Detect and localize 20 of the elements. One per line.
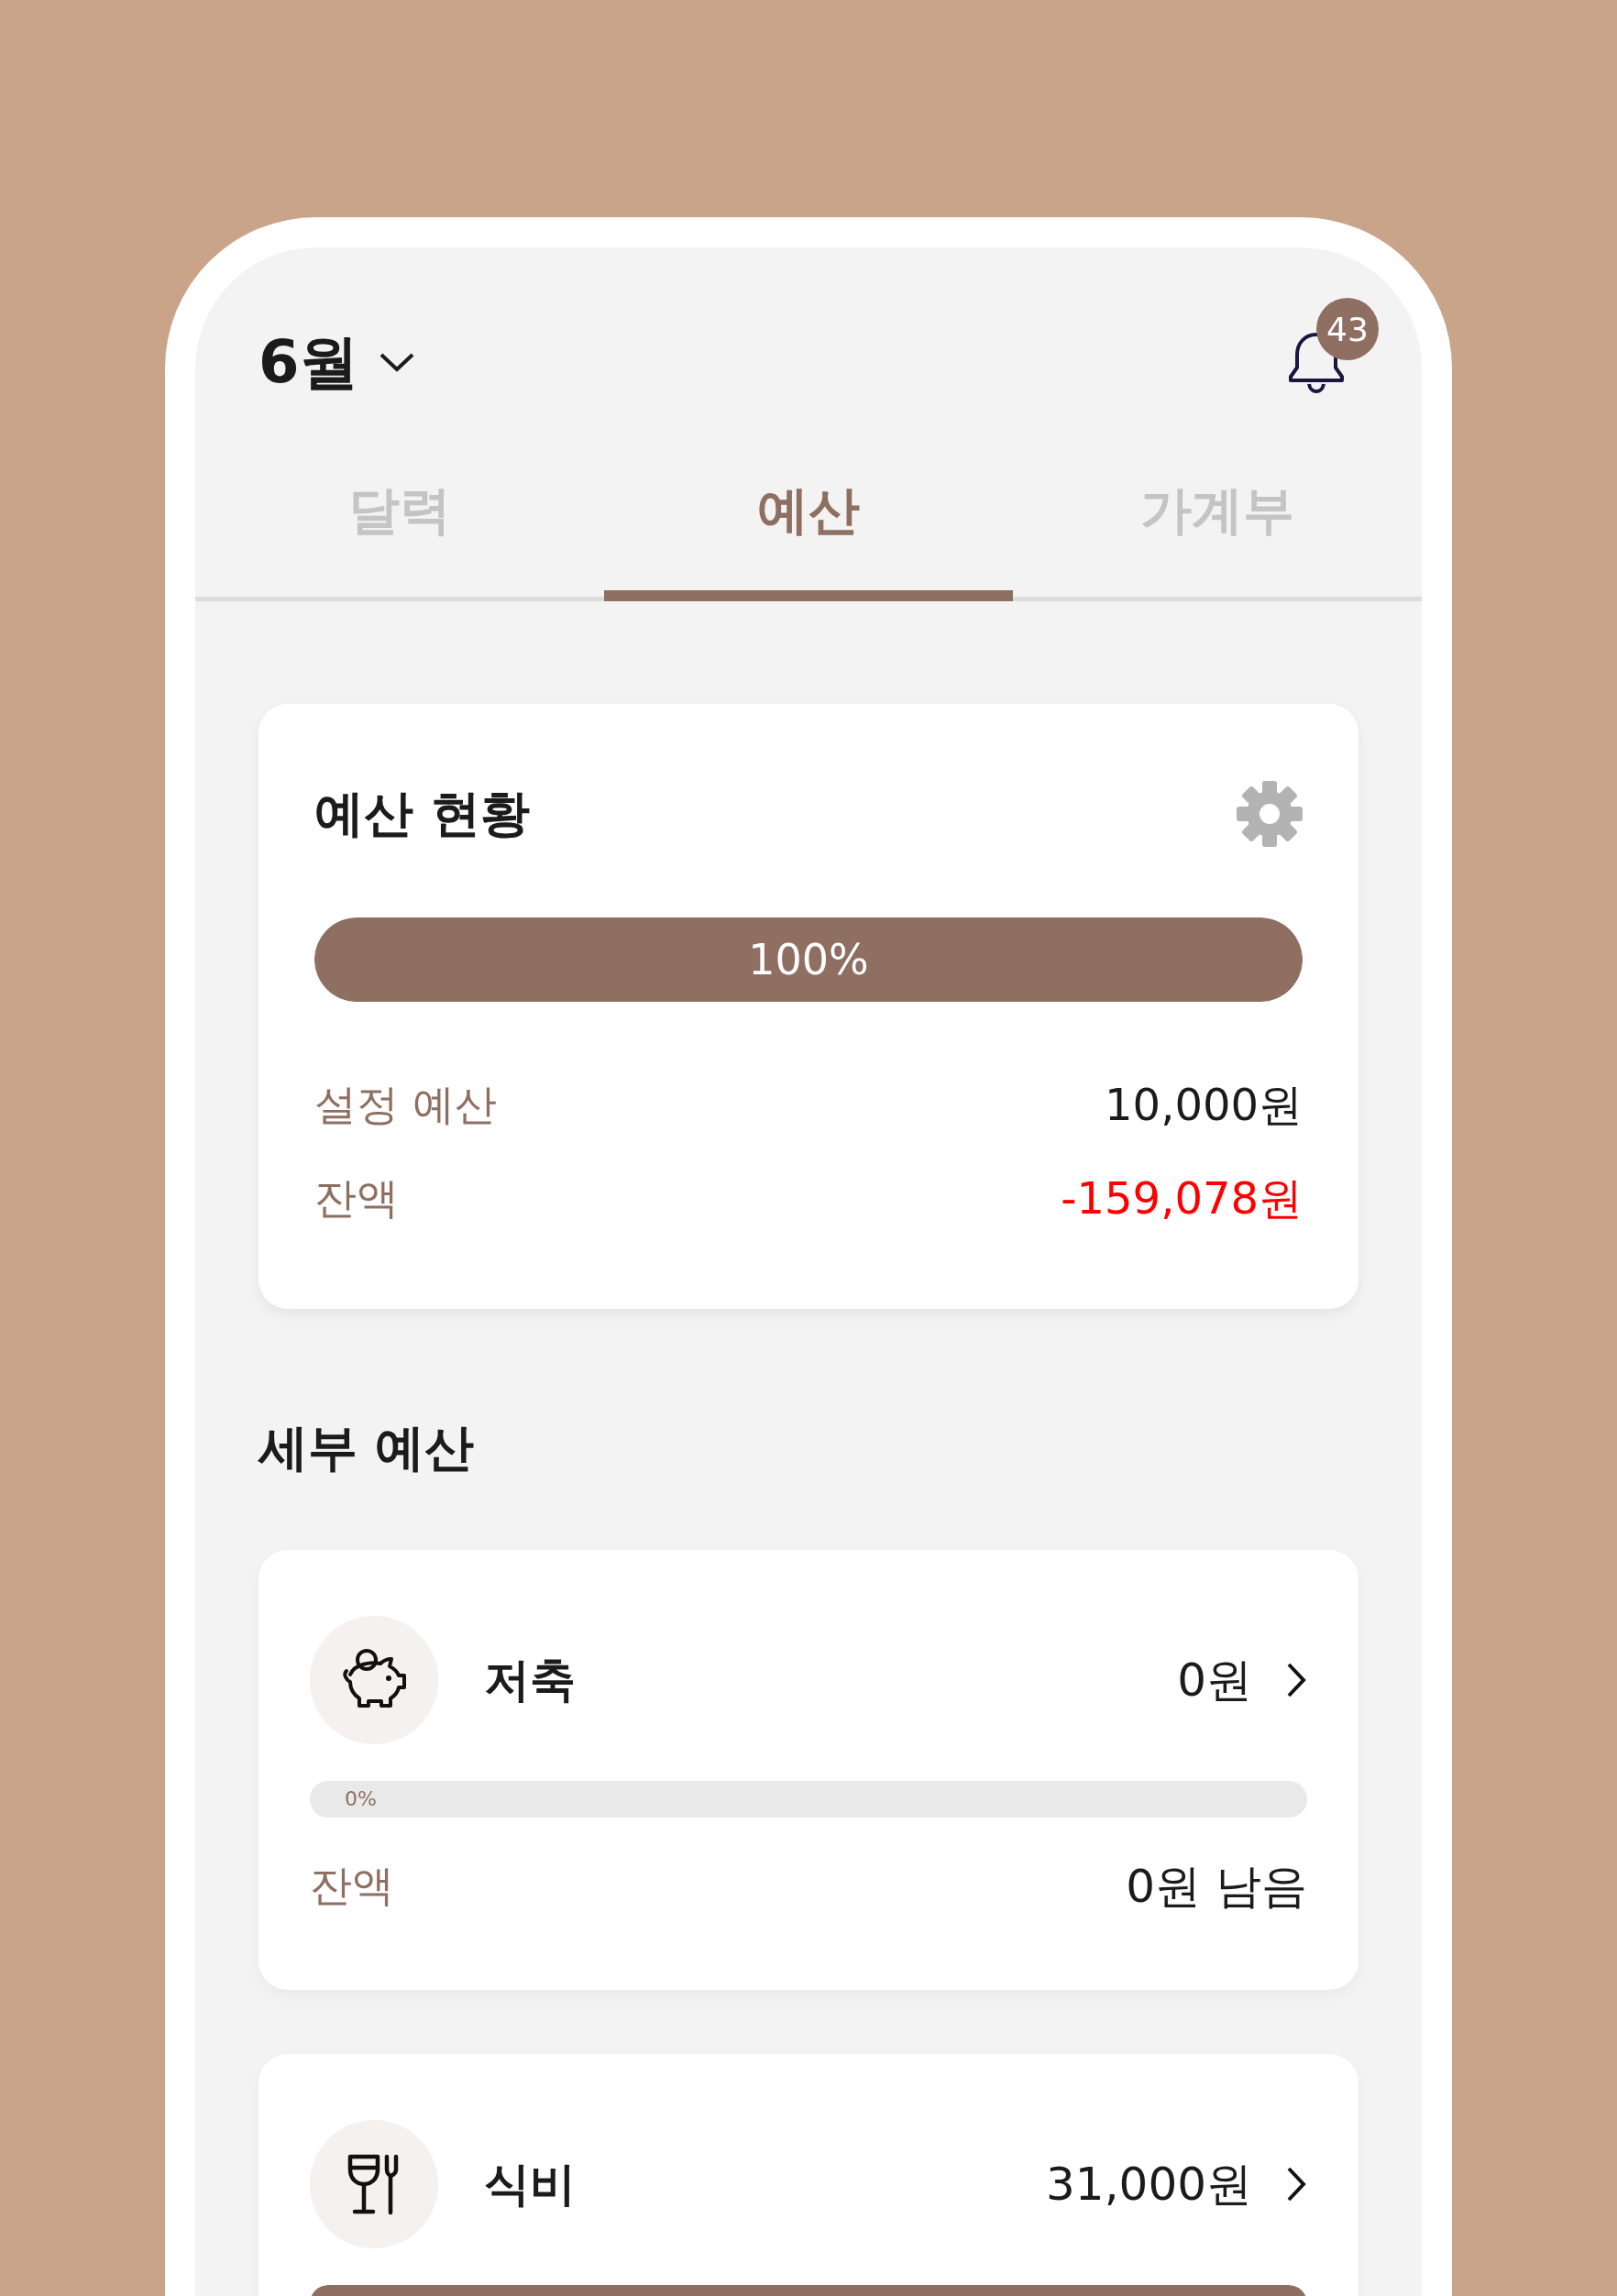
- category-amount: 31,000원: [1046, 2156, 1252, 2213]
- notification-badge: 43: [1316, 298, 1379, 360]
- remaining-amount: 0원 남음: [1126, 1858, 1307, 1915]
- category-name: 저축: [484, 1652, 577, 1708]
- tab[interactable]: 예산: [604, 394, 1013, 601]
- section-title: 세부 예산: [258, 1421, 475, 1476]
- row-label: 잔액: [314, 1172, 399, 1225]
- card-title: 예산 현황: [314, 783, 530, 844]
- chevron-right-icon[interactable]: [1285, 1662, 1307, 1698]
- category-name: 식비: [484, 2156, 577, 2213]
- chevron-right-icon[interactable]: [1285, 2166, 1307, 2203]
- amount-value: -159,078원: [1061, 1171, 1303, 1225]
- month-selector[interactable]: 6월: [258, 322, 415, 402]
- progress-label: 100%: [748, 939, 869, 981]
- progress-label: 0%: [345, 1789, 377, 1809]
- row-label: 잔액: [310, 1860, 394, 1912]
- chevron-down-icon: [378, 351, 415, 373]
- amount-value: 10,000원: [1105, 1078, 1303, 1132]
- category-amount: 0원: [1177, 1652, 1252, 1708]
- row-label: 설정 예산: [314, 1079, 497, 1131]
